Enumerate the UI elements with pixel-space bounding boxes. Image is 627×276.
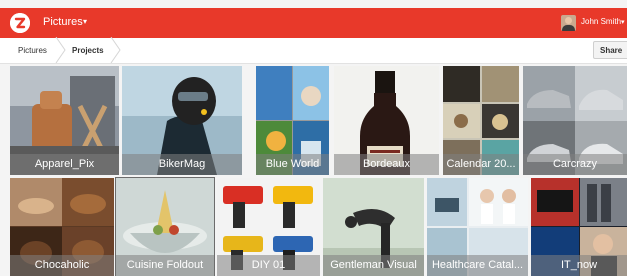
project-tile-calendar[interactable]: Calendar 20... — [443, 66, 519, 175]
project-tile-label: Apparel_Pix — [10, 154, 119, 175]
project-tile-bordeaux[interactable]: Bordeaux — [334, 66, 439, 175]
breadcrumb-separator-icon — [110, 37, 121, 63]
project-tile-label: Carcrazy — [523, 154, 627, 175]
project-tile-bikermag[interactable]: BikerMag — [122, 66, 242, 175]
breadcrumb-item-pictures[interactable]: Pictures — [18, 46, 47, 55]
project-tile-label: BikerMag — [122, 154, 242, 175]
project-tile-carcrazy[interactable]: Carcrazy — [523, 66, 627, 175]
app-menu-title[interactable]: Pictures — [43, 16, 83, 28]
project-tile-gentleman-visual[interactable]: Gentleman Visual — [323, 178, 424, 276]
project-tile-label: Healthcare Catal... — [427, 255, 528, 276]
user-menu-chevron-icon[interactable]: ▾ — [621, 18, 625, 26]
project-tile-chocaholic[interactable]: Chocaholic — [10, 178, 114, 276]
project-tile-it-now[interactable]: IT_now — [531, 178, 627, 276]
project-tile-label: Chocaholic — [10, 255, 114, 276]
project-tile-diy[interactable]: DIY 01 — [217, 178, 320, 276]
project-tile-label: Bordeaux — [334, 154, 439, 175]
breadcrumb: Pictures Projects Share — [0, 37, 627, 64]
project-tile-healthcare[interactable]: Healthcare Catal... — [427, 178, 528, 276]
user-avatar[interactable] — [561, 15, 576, 31]
project-tile-label: IT_now — [531, 255, 627, 276]
app-logo-icon[interactable] — [10, 13, 30, 33]
project-tile-label: Gentleman Visual — [323, 255, 424, 276]
chevron-down-icon[interactable]: ▾ — [83, 17, 87, 26]
project-tile-blue-world[interactable]: Blue World — [256, 66, 329, 175]
project-tile-label: DIY 01 — [217, 255, 320, 276]
user-menu-name[interactable]: John Smith — [581, 17, 621, 26]
project-tile-apparel-pix[interactable]: Apparel_Pix — [10, 66, 119, 175]
share-button[interactable]: Share — [593, 41, 627, 59]
project-tile-label: Cuisine Foldout — [116, 255, 214, 276]
project-tile-cuisine-foldout[interactable]: Cuisine Foldout — [115, 177, 215, 276]
breadcrumb-separator-icon — [55, 37, 66, 63]
top-bar: Pictures ▾ John Smith ▾ — [0, 8, 627, 38]
project-tile-label: Calendar 20... — [443, 154, 519, 175]
breadcrumb-item-projects[interactable]: Projects — [72, 46, 104, 55]
project-tile-label: Blue World — [256, 154, 329, 175]
